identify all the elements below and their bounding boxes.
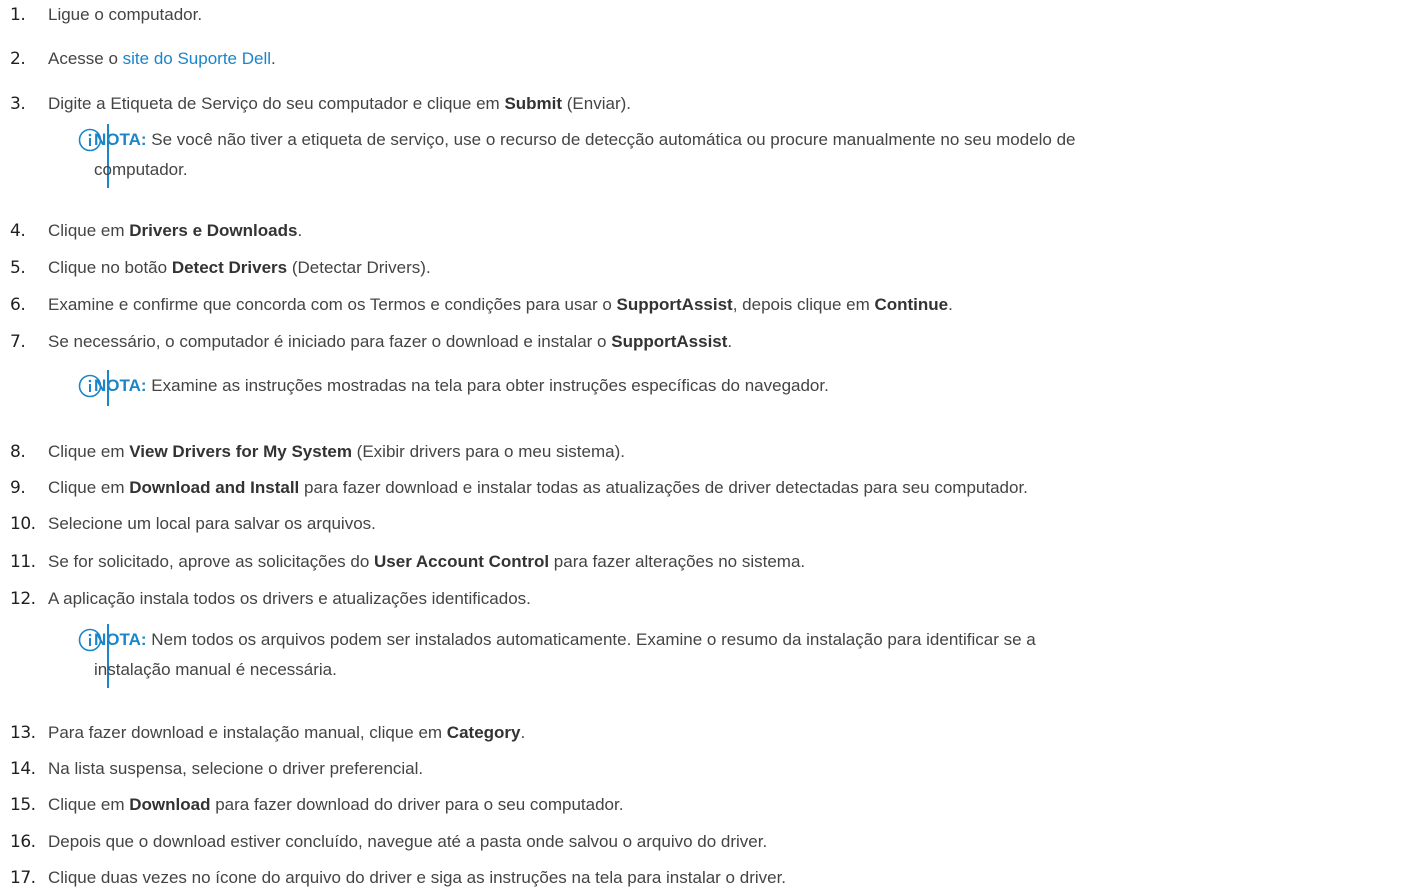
step-number: 14.: [10, 759, 36, 779]
note-text: NOTA: Se você não tiver a etiqueta de se…: [94, 130, 1076, 179]
step-number: 6.: [10, 295, 26, 315]
step-number: 7.: [10, 332, 26, 352]
step-text: Depois que o download estiver concluído,…: [48, 832, 768, 851]
step-number: 17.: [10, 868, 36, 888]
step-text: Examine e confirme que concorda com os T…: [48, 295, 953, 314]
note-label: NOTA:: [94, 630, 147, 649]
step-number: 1.: [10, 5, 26, 25]
step-text: Acesse o site do Suporte Dell.: [48, 49, 276, 68]
step-text: Clique em View Drivers for My System (Ex…: [48, 442, 625, 461]
note-block: NOTA: Nem todos os arquivos podem ser in…: [78, 624, 1398, 692]
step-number: 8.: [10, 442, 26, 462]
note-block: NOTA: Se você não tiver a etiqueta de se…: [78, 124, 1398, 192]
step-text: Na lista suspensa, selecione o driver pr…: [48, 759, 424, 778]
step-number: 12.: [10, 589, 36, 609]
step-number: 11.: [10, 552, 36, 572]
step-text: Para fazer download e instalação manual,…: [48, 723, 526, 742]
step-number: 10.: [10, 514, 36, 534]
step-number: 2.: [10, 49, 26, 69]
note-text: NOTA: Examine as instruções mostradas na…: [94, 376, 829, 395]
note-label: NOTA:: [94, 130, 147, 149]
step-number: 16.: [10, 832, 36, 852]
step-number: 5.: [10, 258, 26, 278]
step-number: 9.: [10, 478, 26, 498]
step-text: Se necessário, o computador é iniciado p…: [48, 332, 733, 351]
step-text: Se for solicitado, aprove as solicitaçõe…: [48, 552, 806, 571]
step-text: Clique em Download and Install para faze…: [48, 478, 1028, 497]
step-text: Digite a Etiqueta de Serviço do seu comp…: [48, 94, 632, 113]
step-text: Selecione um local para salvar os arquiv…: [48, 514, 376, 533]
note-text: NOTA: Nem todos os arquivos podem ser in…: [94, 630, 1036, 679]
step-text: Ligue o computador.: [48, 5, 203, 24]
step-text: Clique no botão Detect Drivers (Detectar…: [48, 258, 431, 277]
step-number: 3.: [10, 94, 26, 114]
step-number: 4.: [10, 221, 26, 241]
step-text: Clique duas vezes no ícone do arquivo do…: [48, 868, 787, 887]
note-label: NOTA:: [94, 376, 147, 395]
step-number: 13.: [10, 723, 36, 743]
step-text: A aplicação instala todos os drivers e a…: [48, 589, 531, 608]
step-number: 15.: [10, 795, 36, 815]
note-block: NOTA: Examine as instruções mostradas na…: [78, 370, 1398, 410]
step-text: Clique em Drivers e Downloads.: [48, 221, 303, 240]
step-text: Clique em Download para fazer download d…: [48, 795, 624, 814]
instructions-document: 1. Ligue o computador. 2. Acesse o site …: [0, 0, 1405, 891]
dell-support-link[interactable]: site do Suporte Dell: [123, 49, 271, 68]
